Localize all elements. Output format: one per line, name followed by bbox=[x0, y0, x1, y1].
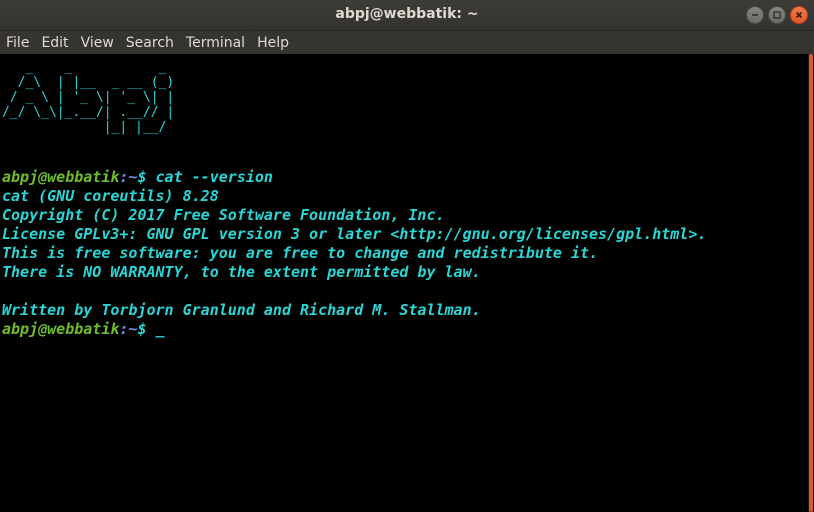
prompt-symbol: $ bbox=[137, 320, 156, 338]
title-bar[interactable]: abpj@webbatik: ~ bbox=[0, 0, 814, 31]
prompt-user: abpj@webbatik bbox=[2, 320, 120, 338]
maximize-button[interactable] bbox=[768, 6, 786, 24]
output-line: There is NO WARRANTY, to the extent perm… bbox=[2, 263, 481, 281]
close-button[interactable] bbox=[790, 6, 808, 24]
menu-file[interactable]: File bbox=[6, 35, 29, 51]
output-line: This is free software: you are free to c… bbox=[2, 244, 599, 262]
scrollbar-thumb[interactable] bbox=[809, 54, 813, 512]
command-text: cat --version bbox=[155, 168, 273, 186]
prompt-line[interactable]: abpj@webbatik:~$ _ bbox=[2, 320, 706, 339]
minimize-button[interactable] bbox=[746, 6, 764, 24]
menu-view[interactable]: View bbox=[81, 35, 114, 51]
maximize-icon bbox=[773, 11, 781, 19]
menu-help[interactable]: Help bbox=[257, 35, 289, 51]
ascii-banner: _ _ _ /_\ | |__ _ __ (_) / _ \ | '_ \| '… bbox=[2, 60, 175, 135]
output-line: cat (GNU coreutils) 8.28 bbox=[2, 187, 219, 205]
prompt-symbol: $ bbox=[137, 168, 156, 186]
output-line: License GPLv3+: GNU GPL version 3 or lat… bbox=[2, 225, 707, 243]
close-icon bbox=[795, 11, 803, 19]
prompt-path: :~ bbox=[119, 168, 138, 186]
window-controls bbox=[746, 6, 808, 24]
menu-edit[interactable]: Edit bbox=[41, 35, 68, 51]
scrollbar[interactable] bbox=[808, 54, 814, 512]
terminal-window: abpj@webbatik: ~ File Edit View Search T… bbox=[0, 0, 814, 512]
menu-search[interactable]: Search bbox=[126, 35, 174, 51]
text-cursor: _ bbox=[155, 320, 165, 338]
minimize-icon bbox=[752, 14, 758, 16]
menu-terminal[interactable]: Terminal bbox=[186, 35, 245, 51]
prompt-user: abpj@webbatik bbox=[2, 168, 120, 186]
prompt-line: abpj@webbatik:~$ cat --version bbox=[2, 168, 706, 187]
output-line: Written by Torbjorn Granlund and Richard… bbox=[2, 301, 481, 319]
window-title: abpj@webbatik: ~ bbox=[335, 6, 479, 22]
prompt-path: :~ bbox=[119, 320, 138, 338]
terminal-output-area[interactable]: _ _ _ /_\ | |__ _ __ (_) / _ \ | '_ \| '… bbox=[0, 54, 808, 512]
menu-bar: File Edit View Search Terminal Help bbox=[0, 31, 814, 54]
output-line: Copyright (C) 2017 Free Software Foundat… bbox=[2, 206, 445, 224]
terminal-lines: abpj@webbatik:~$ cat --version cat (GNU … bbox=[2, 168, 706, 339]
